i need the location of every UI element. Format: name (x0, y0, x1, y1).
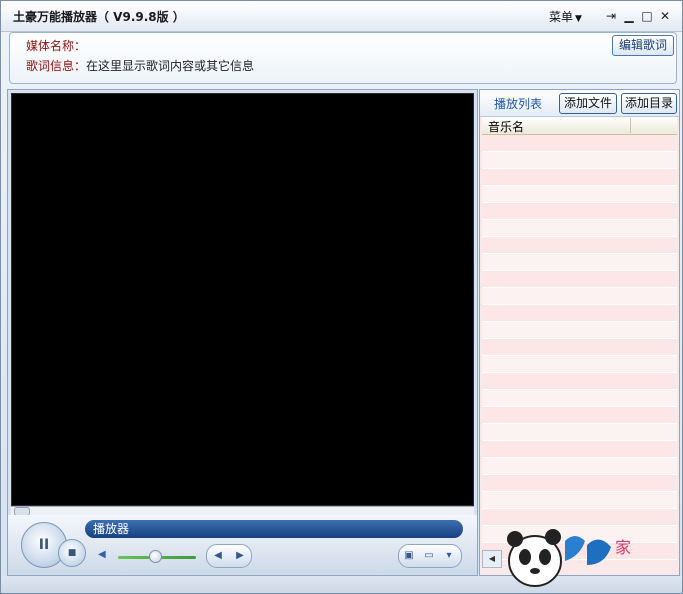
main-menu-button[interactable]: 菜单 ▼ (549, 8, 582, 25)
lyrics-label: 歌词信息： (26, 59, 87, 73)
playlist-empty-row (482, 458, 677, 475)
playlist-empty-row (482, 441, 677, 458)
chevron-down-icon: ▼ (575, 14, 582, 24)
playlist-empty-row (482, 237, 677, 254)
playlist-empty-row (482, 271, 677, 288)
playlist-empty-row (482, 186, 677, 203)
svg-text:家: 家 (615, 538, 631, 557)
playlist-empty-row (482, 475, 677, 492)
lyrics-info-row: 歌词信息：在这里显示歌词内容或其它信息 (26, 57, 254, 74)
playlist-empty-row (482, 203, 677, 220)
player-status: 播放器 (85, 520, 463, 538)
volume-slider-knob[interactable] (149, 550, 162, 563)
playlist-empty-row (482, 424, 677, 441)
title-bar[interactable]: 土豪万能播放器（ V9.9.8版 ） 菜单 ▼ ⇥ ▁ □ ✕ (1, 1, 682, 32)
playlist-empty-row (482, 288, 677, 305)
playlist-empty-row (482, 407, 677, 424)
main-menu-label: 菜单 (549, 10, 574, 24)
display-controls: ▣ ▭ ▾ (398, 544, 462, 568)
prev-next-buttons: ◀ ▶ (206, 544, 252, 568)
playlist-header: 播放列表 添加文件 添加目录 (480, 90, 679, 117)
playlist-empty-row (482, 390, 677, 407)
stop-icon: ■ (67, 548, 77, 558)
playlist-empty-row (482, 135, 677, 152)
playlist-empty-row (482, 254, 677, 271)
playlist-empty-row (482, 322, 677, 339)
playlist-empty-row (482, 305, 677, 322)
playlist-empty-row (482, 373, 677, 390)
video-display[interactable] (11, 93, 474, 506)
media-name-label: 媒体名称： (26, 39, 87, 53)
player-pane: II ■ 播放器 ◀ ◀ ▶ ▣ ▭ ▾ (7, 89, 478, 576)
app-window: 土豪万能播放器（ V9.9.8版 ） 菜单 ▼ ⇥ ▁ □ ✕ 媒体名称： 歌词信… (0, 0, 683, 594)
playlist-empty-row (482, 492, 677, 509)
close-icon[interactable]: ✕ (658, 9, 672, 23)
watermark-logo: 家 (507, 529, 631, 587)
maximize-icon[interactable]: □ (640, 9, 654, 23)
column-divider[interactable] (630, 118, 631, 133)
next-track-icon[interactable]: ▶ (229, 545, 251, 567)
playlist-empty-row (482, 169, 677, 186)
lyrics-value: 在这里显示歌词内容或其它信息 (86, 59, 255, 73)
minimize-icon[interactable]: ▁ (622, 9, 636, 23)
add-file-button[interactable]: 添加文件 (559, 93, 617, 114)
playlist-empty-row (482, 339, 677, 356)
playlist-pane: 播放列表 添加文件 添加目录 音乐名 ◀ (479, 89, 680, 576)
playlist-empty-row (482, 356, 677, 373)
pause-icon: II (38, 537, 50, 553)
media-info-panel: 媒体名称： 歌词信息：在这里显示歌词内容或其它信息 编辑歌词 (9, 32, 677, 84)
pin-icon[interactable]: ⇥ (604, 9, 618, 23)
stop-button[interactable]: ■ (58, 539, 86, 567)
media-name-row: 媒体名称： (26, 37, 86, 54)
chevron-down-icon[interactable]: ▾ (439, 545, 459, 567)
volume-icon[interactable]: ◀ (98, 549, 106, 560)
window-title: 土豪万能播放器（ V9.9.8版 ） (13, 10, 185, 24)
control-bar: II ■ 播放器 ◀ ◀ ▶ ▣ ▭ ▾ (8, 515, 477, 575)
playlist-column-header[interactable]: 音乐名 (482, 117, 677, 135)
playlist-empty-row (482, 152, 677, 169)
add-folder-button[interactable]: 添加目录 (621, 93, 677, 114)
column-music-name[interactable]: 音乐名 (488, 118, 524, 135)
tab-playlist[interactable]: 播放列表 (494, 95, 542, 112)
screen-mode-icon[interactable]: ▭ (419, 545, 439, 567)
seek-bar[interactable] (11, 506, 474, 516)
fullscreen-icon[interactable]: ▣ (399, 545, 419, 567)
previous-track-icon[interactable]: ◀ (207, 545, 229, 567)
playlist-empty-row (482, 220, 677, 237)
edit-lyrics-button[interactable]: 编辑歌词 (612, 35, 674, 56)
playlist-list[interactable] (482, 135, 677, 560)
